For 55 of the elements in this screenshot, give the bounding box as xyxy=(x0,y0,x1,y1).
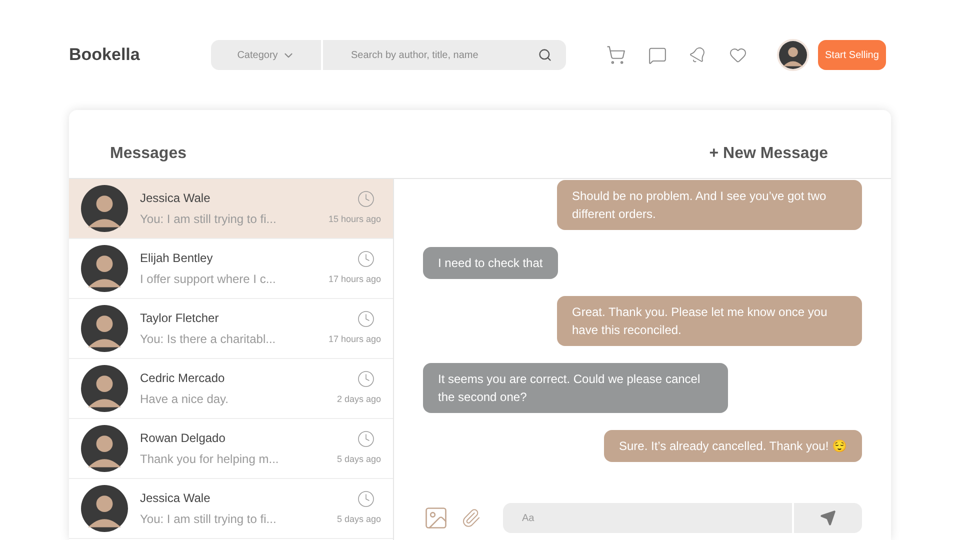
sent-message: Great. Thank you. Please let me know once you have this reconciled. xyxy=(557,296,862,346)
send-button[interactable] xyxy=(792,503,862,533)
sent-message: Should be no problem. And I see you’ve got two different orders. xyxy=(557,180,862,230)
conversation-item[interactable]: Taylor Fletcher You: Is there a charitabl... 17 hours ago xyxy=(69,299,393,359)
avatar xyxy=(81,485,128,532)
message-time: 5 days ago xyxy=(336,513,381,526)
messages-title: Messages xyxy=(110,144,186,164)
send-icon xyxy=(820,510,836,526)
contact-name: Rowan Delgado xyxy=(140,430,226,447)
contact-name: Jessica Wale xyxy=(140,490,212,507)
message-preview: Thank you for helping m... xyxy=(140,451,280,468)
message-preview: You: I am still trying to fi... xyxy=(140,511,278,528)
message-preview: Have a nice day. xyxy=(140,391,230,408)
avatar xyxy=(81,305,128,352)
search-icon[interactable] xyxy=(538,48,552,62)
received-message: It seems you are correct. Could we please cancel the second one? xyxy=(423,363,728,413)
message-preview: I offer support where I c... xyxy=(140,271,277,288)
message-time: 15 hours ago xyxy=(328,213,381,226)
avatar xyxy=(779,41,807,69)
message-preview: You: Is there a charitabl... xyxy=(140,331,277,348)
clock-icon xyxy=(357,490,375,508)
clock-icon xyxy=(357,370,375,388)
received-message: I need to check that xyxy=(423,247,558,279)
contact-name: Taylor Fletcher xyxy=(140,310,220,327)
message-field[interactable]: Aa xyxy=(503,503,792,533)
avatar xyxy=(81,185,128,232)
paperclip-icon[interactable] xyxy=(461,508,481,528)
new-message-button[interactable]: + New Message xyxy=(709,142,828,166)
message-time: 17 hours ago xyxy=(328,273,381,286)
conversation-item[interactable]: Cedric Mercado Have a nice day. 2 days ago xyxy=(69,359,393,419)
contact-name: Jessica Wale xyxy=(140,190,212,207)
heart-icon[interactable] xyxy=(729,46,747,64)
search-field[interactable]: Search by author, title, name xyxy=(323,40,566,70)
contact-name: Cedric Mercado xyxy=(140,370,226,387)
clock-icon xyxy=(357,430,375,448)
clock-icon xyxy=(357,250,375,268)
brand-logo[interactable]: Bookella xyxy=(69,42,211,68)
avatar xyxy=(81,245,128,292)
message-time: 5 days ago xyxy=(336,453,381,466)
conversation-item[interactable]: Rowan Delgado Thank you for helping m... 5 days ago xyxy=(69,419,393,479)
chat-icon[interactable] xyxy=(648,46,667,64)
clock-icon xyxy=(357,310,375,328)
contact-name: Elijah Bentley xyxy=(140,250,214,267)
avatar xyxy=(81,365,128,412)
clock-icon xyxy=(357,190,375,208)
sent-message: Sure. It’s already cancelled. Thank you! 😌 xyxy=(604,430,862,462)
avatar xyxy=(81,425,128,472)
message-preview: You: I am still trying to fi... xyxy=(140,211,278,228)
conversation-item[interactable]: Jessica Wale You: I am still trying to fi... 15 hours ago xyxy=(69,179,393,239)
conversation-item[interactable]: Jessica Wale You: I am still trying to fi... 5 days ago xyxy=(69,479,393,539)
cart-icon[interactable] xyxy=(606,45,626,65)
message-time: 2 days ago xyxy=(336,393,381,406)
message-time: 17 hours ago xyxy=(328,333,381,346)
image-icon[interactable] xyxy=(423,505,449,531)
conversation-item[interactable]: Elijah Bentley I offer support where I c... 17 hours ago xyxy=(69,239,393,299)
